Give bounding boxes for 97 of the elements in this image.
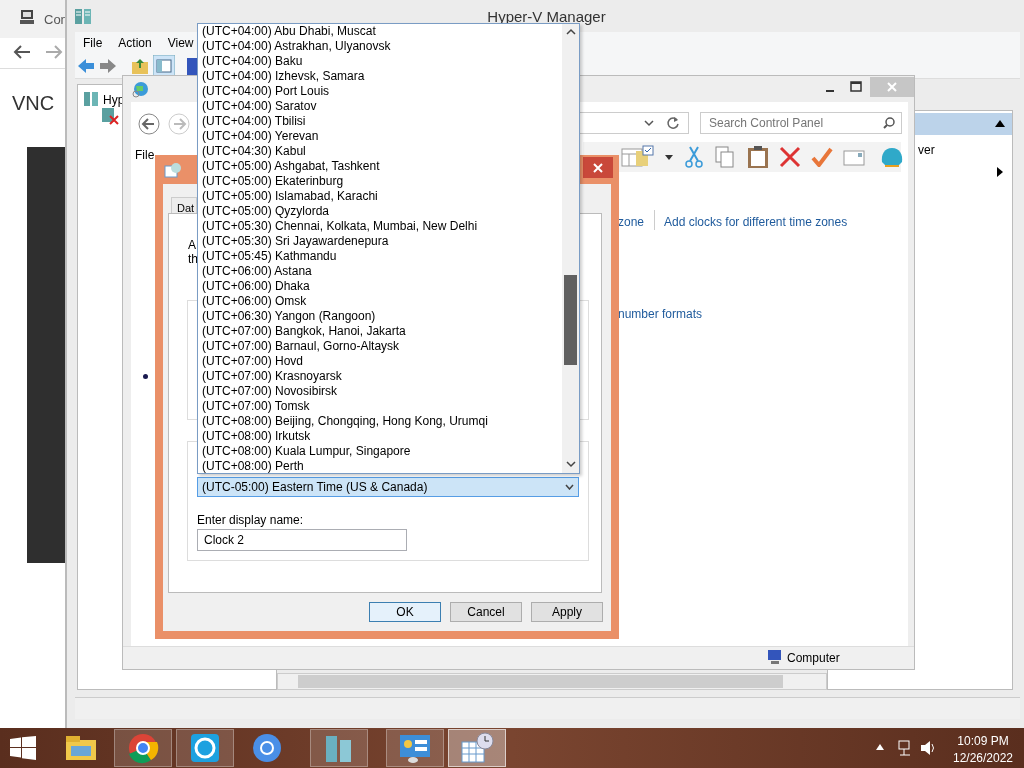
dropdown-option[interactable]: (UTC+06:00) Astana <box>198 264 312 279</box>
page-heading: VNC <box>12 91 55 116</box>
dropdown-option[interactable]: (UTC+04:30) Kabul <box>198 144 306 159</box>
dropdown-option[interactable]: (UTC+06:00) Omsk <box>198 294 307 309</box>
timezone-dropdown[interactable]: (UTC-05:00) Eastern Time (US & Canada) <box>197 477 579 497</box>
menu-item[interactable]: Action <box>110 32 160 53</box>
windows-logo-icon[interactable] <box>10 736 36 760</box>
status-text: Computer <box>787 650 840 667</box>
dropdown-icon[interactable] <box>644 118 654 128</box>
dropdown-option[interactable]: (UTC+05:30) Sri Jayawardenepura <box>198 234 389 249</box>
server-icon <box>83 91 99 107</box>
dropdown-option[interactable]: (UTC+06:00) Dhaka <box>198 279 310 294</box>
horizontal-scrollbar[interactable] <box>277 673 827 690</box>
dropdown-option[interactable]: (UTC+04:00) Izhevsk, Samara <box>198 69 365 84</box>
control-link[interactable]: Add clocks for different time zones <box>664 213 848 231</box>
globe-icon <box>131 80 149 98</box>
caret-icon[interactable] <box>665 155 673 160</box>
search-icon <box>883 117 895 129</box>
chevron-icon <box>565 484 574 490</box>
dropdown-option[interactable]: (UTC+07:00) Bangkok, Hanoi, Jakarta <box>198 324 406 339</box>
back-icon[interactable] <box>138 113 160 135</box>
dropdown-option[interactable]: (UTC+04:00) Port Louis <box>198 84 330 99</box>
back-arrow-icon[interactable] <box>77 58 95 74</box>
intro-text: A <box>188 237 196 254</box>
dropdown-option[interactable]: (UTC+05:00) Ashgabat, Tashkent <box>198 159 380 174</box>
scroll-thumb[interactable] <box>564 275 577 365</box>
close-icon <box>887 82 897 92</box>
folder-check-icon[interactable] <box>635 145 655 167</box>
computer-icon <box>767 649 783 665</box>
close-button[interactable] <box>583 157 613 178</box>
volume-icon[interactable] <box>920 740 936 756</box>
scrollbar-track[interactable] <box>562 24 579 473</box>
clock-date[interactable]: 12/26/2022 <box>945 749 1021 767</box>
dropdown-option[interactable]: (UTC+07:00) Tomsk <box>198 399 310 414</box>
calendar-clock-icon <box>164 162 182 178</box>
dropdown-option[interactable]: (UTC+05:00) Islamabad, Karachi <box>198 189 378 204</box>
dropdown-option[interactable]: (UTC+04:00) Tbilisi <box>198 114 306 129</box>
dropdown-option[interactable]: (UTC+08:00) Kuala Lumpur, Singapore <box>198 444 411 459</box>
dialog-button[interactable]: Apply <box>531 602 603 622</box>
dropdown-option[interactable]: (UTC+08:00) Perth <box>198 459 304 474</box>
computer-icon <box>18 8 36 26</box>
menu-item[interactable]: File <box>75 32 111 53</box>
intro-text: th <box>188 251 198 268</box>
help-icon[interactable] <box>187 58 197 76</box>
back-icon[interactable] <box>12 44 32 60</box>
dropdown-option[interactable]: (UTC+07:00) Krasnoyarsk <box>198 369 342 384</box>
forward-arrow-icon[interactable] <box>99 58 117 74</box>
refresh-icon[interactable] <box>666 116 680 130</box>
server-error-icon <box>101 107 119 125</box>
dropdown-option[interactable]: (UTC+04:00) Saratov <box>198 99 317 114</box>
show-hidden-icon[interactable] <box>876 744 884 750</box>
dropdown-option[interactable]: (UTC+07:00) Barnaul, Gorno-Altaysk <box>198 339 400 354</box>
console-tree-icon[interactable] <box>153 55 175 77</box>
submenu-arrow-icon <box>997 167 1003 177</box>
dropdown-option[interactable]: (UTC+04:00) Baku <box>198 54 303 69</box>
dialog-button[interactable]: Cancel <box>450 602 522 622</box>
delete-icon[interactable] <box>779 146 801 168</box>
dropdown-option[interactable]: (UTC+07:00) Novosibirsk <box>198 384 338 399</box>
maximize-icon[interactable] <box>849 80 863 94</box>
dropdown-option[interactable]: (UTC+05:45) Kathmandu <box>198 249 337 264</box>
dropdown-option[interactable]: (UTC+04:00) Abu Dhabi, Muscat <box>198 24 376 39</box>
shell-icon[interactable] <box>880 146 904 168</box>
calendar-clock-icon <box>459 730 495 766</box>
server-icon <box>73 6 93 26</box>
taskbar-button[interactable] <box>176 729 234 767</box>
scissors-icon[interactable] <box>685 146 703 168</box>
field-label: Enter display name: <box>197 512 304 529</box>
dropdown-option[interactable]: (UTC+05:00) Ekaterinburg <box>198 174 344 189</box>
dialog-button[interactable]: OK <box>369 602 441 622</box>
scroll-thumb[interactable] <box>298 675 783 688</box>
name-field[interactable]: Clock 2 <box>197 529 407 551</box>
search-field[interactable]: Search Control Panel <box>700 112 902 134</box>
dropdown-option[interactable]: (UTC+04:00) Yerevan <box>198 129 319 144</box>
pane-entry[interactable]: ver <box>918 141 935 159</box>
dropdown-option[interactable]: (UTC+05:00) Qyzylorda <box>198 204 330 219</box>
taskbar-button[interactable] <box>386 729 444 767</box>
dropdown-option[interactable]: (UTC+07:00) Hovd <box>198 354 304 369</box>
control-link[interactable]: number formats <box>618 305 703 323</box>
dropdown-option[interactable]: (UTC+08:00) Irkutsk <box>198 429 311 444</box>
close-icon <box>593 162 603 173</box>
dropdown-option[interactable]: (UTC+05:30) Chennai, Kolkata, Mumbai, New Delhi <box>198 219 478 234</box>
selected-value: (UTC-05:00) Eastern Time (US & Canada) <box>202 479 428 496</box>
bullet <box>143 374 148 379</box>
scroll-up-icon[interactable] <box>566 28 576 35</box>
dropdown-option[interactable]: (UTC+08:00) Beijing, Chongqing, Hong Kong, Urumqi <box>198 414 488 429</box>
menu-item[interactable]: File <box>135 146 155 164</box>
checkmark-icon[interactable] <box>811 147 833 167</box>
clock-time[interactable]: 10:09 PM <box>950 732 1016 750</box>
control-link[interactable]: zone <box>618 213 645 231</box>
folder-up-icon[interactable] <box>131 57 149 75</box>
collapse-icon[interactable] <box>995 119 1005 127</box>
scroll-down-icon[interactable] <box>566 461 576 468</box>
dropdown-option[interactable]: (UTC+04:00) Astrakhan, Ulyanovsk <box>198 39 391 54</box>
window-title: Hyper-V Manager <box>487 8 606 25</box>
taskbar-button[interactable] <box>114 729 172 767</box>
clipboard-icon[interactable] <box>747 145 769 169</box>
dropdown-option[interactable]: (UTC+06:30) Yangon (Rangoon) <box>198 309 376 324</box>
